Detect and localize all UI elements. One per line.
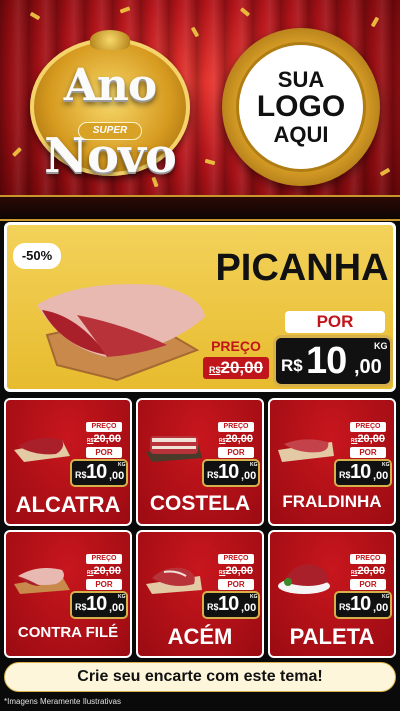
logo-line-3: AQUI: [273, 121, 329, 147]
price-integer: 10: [218, 593, 239, 615]
product-image: [14, 568, 70, 594]
price-unit: KG: [118, 594, 126, 600]
price-box: R$ 10,00 KG: [334, 459, 392, 487]
header-divider: [0, 195, 400, 221]
price-currency: R$: [207, 602, 219, 612]
price-integer: 10: [306, 340, 347, 382]
price-integer: 10: [350, 593, 371, 615]
price-unit: KG: [250, 462, 258, 468]
price-decimal: ,00: [241, 602, 257, 614]
price-decimal: ,00: [354, 356, 382, 378]
price-box: R$ 10,00 KG: [202, 591, 260, 619]
price-box: R$ 10,00 KG: [334, 591, 392, 619]
old-price-value: 20,00: [220, 358, 264, 377]
old-price: R$20,00: [216, 565, 256, 577]
logo-placeholder: SUA LOGO AQUI: [222, 28, 380, 186]
new-price-box: R$ 10 ,00 KG: [273, 335, 393, 387]
por-label: POR: [285, 311, 385, 333]
price-decimal: ,00: [373, 470, 389, 482]
preco-label: PREÇO: [350, 422, 386, 432]
price-integer: 10: [86, 461, 107, 483]
price-decimal: ,00: [373, 602, 389, 614]
old-price: R$20,00: [203, 357, 269, 379]
product-card[interactable]: PREÇO R$20,00 POR R$ 10,00 KG ALCATRA: [4, 398, 132, 526]
product-card[interactable]: PREÇO R$20,00 POR R$ 10,00 KG COSTELA: [136, 398, 264, 526]
price-currency: R$: [281, 356, 303, 375]
discount-badge: -50%: [13, 243, 61, 269]
price-currency: R$: [339, 470, 351, 480]
logo-line-2: LOGO: [256, 90, 346, 124]
product-name: ACÉM: [167, 624, 233, 649]
product-card[interactable]: PREÇO R$20,00 POR R$ 10,00 KG ACÉM: [136, 530, 264, 658]
preco-label: PREÇO: [211, 338, 261, 354]
product-image: [14, 438, 70, 462]
price-decimal: ,00: [241, 470, 257, 482]
product-name: ALCATRA: [15, 492, 121, 517]
old-price-value: 20,00: [93, 565, 121, 577]
price-unit: KG: [382, 594, 390, 600]
old-price: R$20,00: [348, 565, 388, 577]
price-integer: 10: [86, 593, 107, 615]
old-price: R$20,00: [84, 433, 124, 445]
preco-label: PREÇO: [218, 554, 254, 564]
por-label: POR: [218, 447, 254, 458]
cta-banner[interactable]: Crie seu encarte com este tema!: [4, 662, 396, 692]
featured-product-name: PICANHA: [215, 247, 389, 289]
product-image: [278, 439, 334, 462]
old-price: R$20,00: [84, 565, 124, 577]
disclaimer-text: *Imagens Meramente Ilustrativas: [4, 697, 121, 706]
logo-line-1: SUA: [277, 67, 325, 93]
product-name: FRALDINHA: [282, 492, 382, 511]
price-unit: KG: [374, 341, 388, 351]
price-box: R$ 10,00 KG: [70, 459, 128, 487]
price-decimal: ,00: [109, 602, 125, 614]
por-label: POR: [350, 447, 386, 458]
price-currency: R$: [207, 470, 219, 480]
product-name: COSTELA: [149, 492, 251, 515]
price-unit: KG: [118, 462, 126, 468]
old-price-value: 20,00: [93, 433, 121, 445]
price-decimal: ,00: [109, 470, 125, 482]
preco-label: PREÇO: [86, 422, 122, 432]
price-box: R$ 10,00 KG: [70, 591, 128, 619]
preco-label: PREÇO: [350, 554, 386, 564]
price-integer: 10: [350, 461, 371, 483]
product-image: [146, 567, 202, 594]
old-price: R$20,00: [348, 433, 388, 445]
old-price-value: 20,00: [357, 433, 385, 445]
old-price: R$20,00: [216, 433, 256, 445]
old-price-value: 20,00: [225, 433, 253, 445]
badge-ano-text: Ano: [63, 60, 157, 111]
preco-label: PREÇO: [218, 422, 254, 432]
por-label: POR: [86, 579, 122, 590]
old-price-value: 20,00: [225, 565, 253, 577]
preco-label: PREÇO: [86, 554, 122, 564]
por-label: POR: [218, 579, 254, 590]
ano-novo-badge: Ano Novo SUPER: [20, 30, 200, 184]
product-card[interactable]: PREÇO R$20,00 POR R$ 10,00 KG FRALDINHA: [268, 398, 396, 526]
price-unit: KG: [382, 462, 390, 468]
old-price-currency: R$: [208, 365, 221, 375]
price-integer: 10: [218, 461, 239, 483]
header-banner: Ano Novo SUPER SUA LOGO AQUI: [0, 0, 400, 205]
price-box: R$ 10,00 KG: [202, 459, 260, 487]
badge-super-label: SUPER: [78, 122, 142, 140]
gift-bow-icon: [90, 30, 130, 50]
por-label: POR: [86, 447, 122, 458]
price-currency: R$: [339, 602, 351, 612]
product-name: PALETA: [289, 624, 375, 649]
picanha-image: [37, 284, 205, 382]
price-currency: R$: [75, 602, 87, 612]
product-image: [146, 436, 202, 462]
logo-inner: SUA LOGO AQUI: [236, 42, 366, 172]
price-currency: R$: [75, 470, 87, 480]
product-image: [278, 564, 330, 594]
featured-product-card[interactable]: -50% PICANHA POR PREÇO R$20,00 R$ 10 ,00…: [4, 222, 396, 392]
product-name: CONTRA FILÉ: [17, 624, 119, 641]
price-unit: KG: [250, 594, 258, 600]
old-price-value: 20,00: [357, 565, 385, 577]
por-label: POR: [350, 579, 386, 590]
product-card[interactable]: PREÇO R$20,00 POR R$ 10,00 KG CONTRA FILÉ: [4, 530, 132, 658]
product-card[interactable]: PREÇO R$20,00 POR R$ 10,00 KG PALETA: [268, 530, 396, 658]
